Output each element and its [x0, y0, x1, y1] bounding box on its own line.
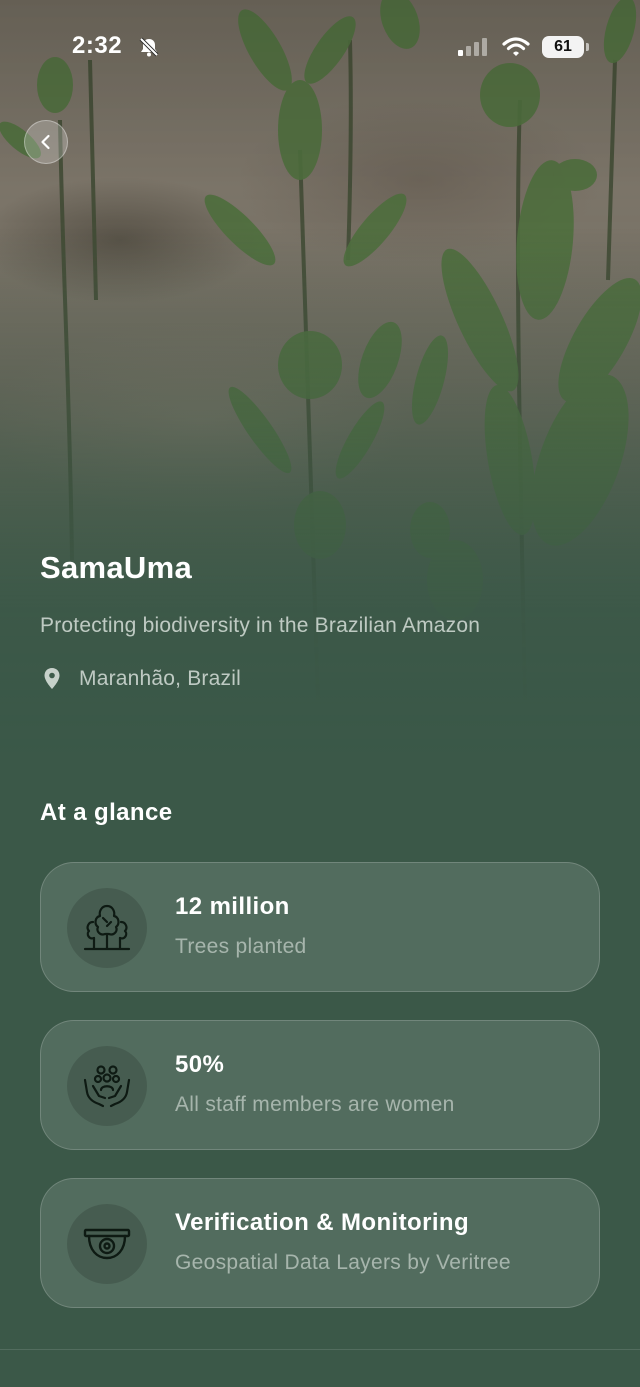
glance-card-trees: 12 million Trees planted	[40, 862, 600, 992]
back-button[interactable]	[24, 120, 68, 164]
project-location: Maranhão, Brazil	[40, 664, 241, 694]
glance-value: 12 million	[175, 893, 290, 920]
section-heading-at-a-glance: At a glance	[40, 799, 173, 826]
status-bar: 2:32 61	[0, 28, 640, 68]
glance-label: Trees planted	[175, 935, 307, 958]
hands-people-icon	[67, 1046, 147, 1126]
glance-label: All staff members are women	[175, 1093, 455, 1116]
status-time: 2:32	[72, 32, 123, 59]
location-label: Maranhão, Brazil	[79, 667, 241, 690]
map-pin-icon	[40, 667, 64, 691]
hero-gradient-overlay	[0, 0, 640, 760]
glance-value: Verification & Monitoring	[175, 1209, 470, 1236]
chevron-left-icon	[41, 134, 50, 150]
project-title: SamaUma	[40, 550, 193, 585]
trees-icon	[67, 888, 147, 968]
bottom-divider	[0, 1349, 640, 1350]
bell-off-icon	[138, 36, 160, 63]
project-tagline: Protecting biodiversity in the Brazilian…	[40, 614, 481, 637]
battery-indicator: 61	[542, 36, 589, 58]
glance-card-verification: Verification & Monitoring Geospatial Dat…	[40, 1178, 600, 1308]
glance-value: 50%	[175, 1051, 225, 1078]
camera-monitoring-icon	[67, 1204, 147, 1284]
glance-label: Geospatial Data Layers by Veritree	[175, 1251, 511, 1274]
glance-card-women-staff: 50% All staff members are women	[40, 1020, 600, 1150]
wifi-icon	[502, 36, 530, 63]
cellular-signal-icon	[458, 38, 488, 61]
